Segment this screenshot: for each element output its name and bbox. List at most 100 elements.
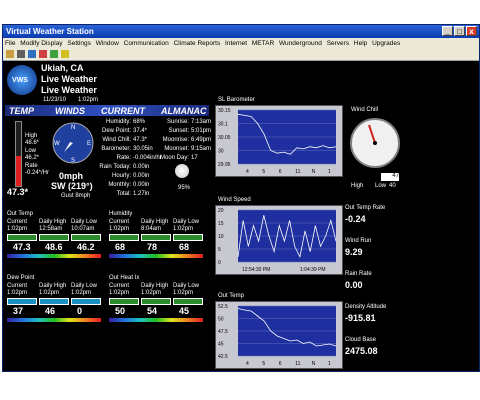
almanac-value: 5:01pm xyxy=(191,128,212,134)
temp-high-label: High xyxy=(25,133,38,139)
menu-wunderground[interactable]: Wunderground xyxy=(279,40,322,47)
almanac-row: Moonset: 9:15am xyxy=(159,146,211,154)
settings-icon[interactable] xyxy=(50,50,58,58)
gauge-cur-time: 1:02pm xyxy=(7,226,28,232)
menu-modify-display[interactable]: Modify Display xyxy=(20,40,62,47)
barometer-graph-title: SL Barometer xyxy=(218,97,255,103)
outtemp-graph: Out Temp 52.5 50 47.5 45 42.5 4 5 6 11 N 1 xyxy=(215,293,343,369)
current-label: Rain Today: xyxy=(99,164,131,170)
gauge-lo-box xyxy=(71,298,101,305)
gauge-dew_point: Dew Point Current 1:02pm 37 Daily High 1:02pm… xyxy=(5,275,105,337)
minimize-button[interactable]: _ xyxy=(442,26,453,36)
gauge-cur-value: 47.3 xyxy=(13,242,31,252)
current-label: Wind Chill: xyxy=(102,137,131,143)
menu-file[interactable]: File xyxy=(5,40,15,47)
readout-label: Rain Rate xyxy=(345,271,372,277)
maximize-button[interactable]: □ xyxy=(454,26,465,36)
gauge-cur-box xyxy=(109,298,139,305)
gauge-cur-time: 1:02pm xyxy=(7,290,28,296)
location-city: Ukiah, CA xyxy=(41,63,84,73)
current-row: Wind Chill: 47.3* xyxy=(99,137,155,145)
temp-rate-label: Rate xyxy=(25,163,38,169)
menu-upgrades[interactable]: Upgrades xyxy=(372,40,400,47)
menu-climate-reports[interactable]: Climate Reports xyxy=(174,40,221,47)
help-icon[interactable] xyxy=(61,50,69,58)
x-tick-label: 4 xyxy=(246,361,249,367)
current-value: 0.00in xyxy=(133,173,150,179)
gauge-cur-value: 37 xyxy=(13,306,24,316)
wind-graph-title: Wind Speed xyxy=(218,197,251,203)
moon-percent: 95% xyxy=(178,185,191,191)
gauge-lo-box xyxy=(71,234,101,241)
current-label: Rate: xyxy=(116,155,131,161)
x-tick-label: 11 xyxy=(295,169,300,175)
wind-gust: Gust 8mph xyxy=(61,193,91,199)
y-tick-label: 45 xyxy=(218,342,224,348)
current-label: Humidity: xyxy=(105,119,131,125)
temp-header: TEMP xyxy=(9,106,35,116)
gauge-cur-label: Current xyxy=(7,219,28,225)
menu-metar[interactable]: METAR xyxy=(252,40,274,47)
gauge-lo-label: Daily Low xyxy=(71,219,98,225)
y-tick-label: 20 xyxy=(218,208,224,214)
temp-rate-value: -0.24*/Hr xyxy=(25,170,50,176)
menu-communication[interactable]: Communication xyxy=(124,40,169,47)
gauge-title: Humidity xyxy=(109,211,133,217)
close-button[interactable]: x xyxy=(466,26,477,36)
current-value: 30.05in xyxy=(133,146,153,152)
gauge-colorbar xyxy=(109,318,203,322)
gauge-hi-time: 12:58am xyxy=(39,226,63,232)
current-value: 47.3* xyxy=(133,137,148,143)
barometer-graph: SL Barometer 30.15 30.1 30.05 30 29.95 4 5 6 11 N… xyxy=(215,97,343,177)
current-label: Dew Point: xyxy=(101,128,131,134)
windchill-gauge xyxy=(350,118,400,168)
current-value: 68% xyxy=(133,119,146,125)
menu-settings[interactable]: Settings xyxy=(67,40,91,47)
almanac-label: Moon Day: xyxy=(159,155,189,161)
almanac-label: Moonset: xyxy=(164,146,189,152)
current-row: Barometer: 30.05in xyxy=(99,146,155,154)
almanac-value: 7:13am xyxy=(191,119,212,125)
gauge-hi-time: 1:02pm xyxy=(39,290,60,296)
windchill-value: 47 xyxy=(381,173,399,181)
temp-low-label: Low xyxy=(25,148,37,154)
windchill-title: Wind Chill xyxy=(351,107,379,113)
wind-direction: SW (219°) xyxy=(51,181,93,191)
readout-value: -915.81 xyxy=(345,313,376,323)
gauge-cur-label: Current xyxy=(7,283,28,289)
y-tick-label: 50 xyxy=(218,317,224,323)
menu-window[interactable]: Window xyxy=(96,40,119,47)
gauge-cur-value: 50 xyxy=(115,306,126,316)
menu-internet[interactable]: Internet xyxy=(225,40,247,47)
x-tick-label: 1:04:39 PM xyxy=(300,267,326,273)
gauge-lo-time: 1:02pm xyxy=(173,290,194,296)
current-label: Barometer: xyxy=(101,146,131,152)
menu-bar: File Modify Display Settings Window Comm… xyxy=(3,38,479,49)
save-icon[interactable] xyxy=(28,50,36,58)
x-tick-label: 4 xyxy=(246,169,249,175)
station-date: 11/23/10 xyxy=(43,97,66,103)
x-tick-label: 6 xyxy=(279,169,282,175)
y-tick-label: 30 xyxy=(218,149,224,155)
almanac-value: 17 xyxy=(191,155,198,161)
vws-logo: VWS xyxy=(7,65,37,95)
app-window: Virtual Weather Station _ □ x File Modif… xyxy=(2,24,480,372)
print-icon[interactable] xyxy=(17,50,25,58)
wind-speed: 0mph xyxy=(59,171,84,181)
chart-icon[interactable] xyxy=(39,50,47,58)
gauge-cur-label: Current xyxy=(109,283,130,289)
open-icon[interactable] xyxy=(6,50,14,58)
menu-servers[interactable]: Servers xyxy=(327,40,349,47)
gauge-lo-time: 10:07am xyxy=(71,226,95,232)
temp-high-value: 48.6* xyxy=(25,140,40,146)
x-tick-label: 11 xyxy=(295,361,300,367)
windchill-high-label: High xyxy=(351,183,364,189)
temp-current: 47.3* xyxy=(7,187,29,197)
gauge-out_temp: Out Temp Current 1:02pm 47.3 Daily High 12:58… xyxy=(5,211,105,273)
gauge-cur-box xyxy=(109,234,139,241)
x-tick-label: 5 xyxy=(262,169,265,175)
menu-help[interactable]: Help xyxy=(354,40,367,47)
current-row: Dew Point: 37.4* xyxy=(99,128,155,136)
almanac-row: Sunset: 5:01pm xyxy=(159,128,211,136)
wind-plot: 20 15 10 5 0 12:54:30 PM 1:04:39 PM xyxy=(218,208,337,273)
